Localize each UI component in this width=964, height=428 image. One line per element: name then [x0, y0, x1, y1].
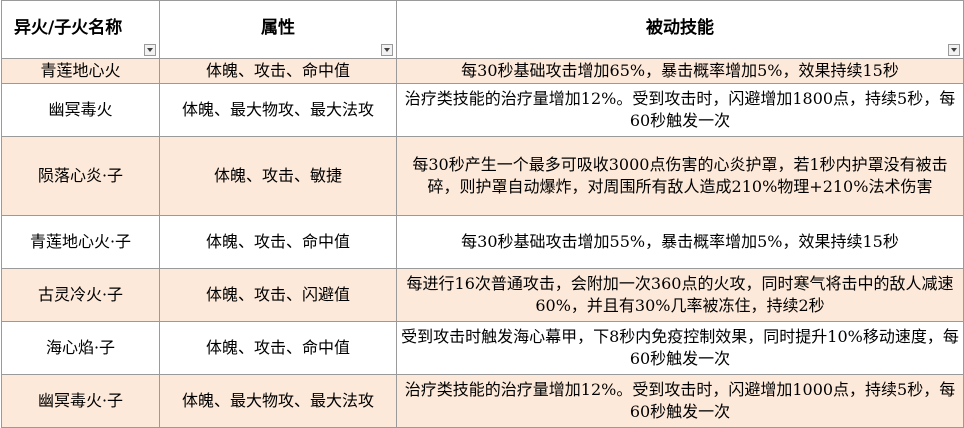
header-row: 异火/子火名称 属性 被动技能	[1, 0, 964, 59]
header-skill: 被动技能	[396, 0, 964, 59]
filter-dropdown-icon[interactable]	[948, 44, 960, 56]
header-attributes-label: 属性	[261, 17, 295, 38]
fire-name-cell[interactable]: 海心焰·子	[1, 321, 160, 375]
skill-cell[interactable]: 每30秒基础攻击增加65%，暴击概率增加5%，效果持续15秒	[396, 58, 964, 84]
fire-name-cell[interactable]: 古灵冷火·子	[1, 268, 160, 322]
table-row: 幽冥毒火 体魄、最大物攻、最大法攻 治疗类技能的治疗量增加12%。受到攻击时，闪…	[1, 83, 964, 137]
header-name-label: 异火/子火名称	[14, 17, 123, 38]
skill-cell[interactable]: 治疗类技能的治疗量增加12%。受到攻击时，闪避增加1000点，持续5秒，每60秒…	[396, 374, 964, 428]
filter-dropdown-icon[interactable]	[381, 44, 393, 56]
skill-cell[interactable]: 受到攻击时触发海心幕甲，下8秒内免疫控制效果，同时提升10%移动速度，每60秒触…	[396, 321, 964, 375]
header-name: 异火/子火名称	[1, 0, 160, 59]
attributes-cell[interactable]: 体魄、攻击、命中值	[159, 321, 397, 375]
header-skill-label: 被动技能	[646, 17, 714, 38]
attributes-cell[interactable]: 体魄、攻击、命中值	[159, 58, 397, 84]
table-row: 青莲地心火·子 体魄、攻击、命中值 每30秒基础攻击增加55%，暴击概率增加5%…	[1, 215, 964, 269]
fire-name-cell[interactable]: 青莲地心火	[1, 58, 160, 84]
attributes-cell[interactable]: 体魄、攻击、命中值	[159, 215, 397, 269]
fire-skill-table: 异火/子火名称 属性 被动技能 青莲地心火 体魄、攻击、命中值 每30秒基础攻击…	[1, 0, 964, 428]
table-row: 幽冥毒火·子 体魄、最大物攻、最大法攻 治疗类技能的治疗量增加12%。受到攻击时…	[1, 374, 964, 428]
fire-name-cell[interactable]: 幽冥毒火·子	[1, 374, 160, 428]
table-row: 青莲地心火 体魄、攻击、命中值 每30秒基础攻击增加65%，暴击概率增加5%，效…	[1, 58, 964, 84]
skill-cell[interactable]: 每30秒基础攻击增加55%，暴击概率增加5%，效果持续15秒	[396, 215, 964, 269]
header-attributes: 属性	[159, 0, 397, 59]
table-row: 海心焰·子 体魄、攻击、命中值 受到攻击时触发海心幕甲，下8秒内免疫控制效果，同…	[1, 321, 964, 375]
filter-dropdown-icon[interactable]	[144, 44, 156, 56]
attributes-cell[interactable]: 体魄、最大物攻、最大法攻	[159, 374, 397, 428]
table-row: 陨落心炎·子 体魄、攻击、敏捷 每30秒产生一个最多可吸收3000点伤害的心炎护…	[1, 136, 964, 216]
fire-name-cell[interactable]: 陨落心炎·子	[1, 136, 160, 216]
skill-cell[interactable]: 治疗类技能的治疗量增加12%。受到攻击时，闪避增加1800点，持续5秒，每60秒…	[396, 83, 964, 137]
fire-name-cell[interactable]: 幽冥毒火	[1, 83, 160, 137]
skill-cell[interactable]: 每30秒产生一个最多可吸收3000点伤害的心炎护罩，若1秒内护罩没有被击碎，则护…	[396, 136, 964, 216]
attributes-cell[interactable]: 体魄、攻击、闪避值	[159, 268, 397, 322]
table-row: 古灵冷火·子 体魄、攻击、闪避值 每进行16次普通攻击，会附加一次360点的火攻…	[1, 268, 964, 322]
skill-cell[interactable]: 每进行16次普通攻击，会附加一次360点的火攻，同时寒气将击中的敌人减速60%，…	[396, 268, 964, 322]
fire-name-cell[interactable]: 青莲地心火·子	[1, 215, 160, 269]
attributes-cell[interactable]: 体魄、攻击、敏捷	[159, 136, 397, 216]
attributes-cell[interactable]: 体魄、最大物攻、最大法攻	[159, 83, 397, 137]
